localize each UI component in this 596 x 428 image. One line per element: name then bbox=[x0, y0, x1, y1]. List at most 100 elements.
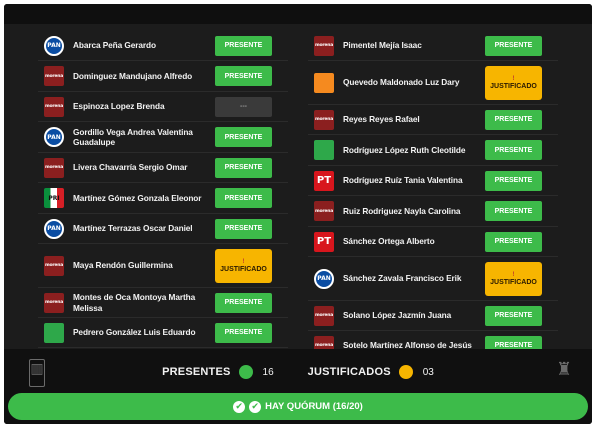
status-label: PRESENTE bbox=[494, 238, 533, 245]
status-badge: PRESENTE bbox=[215, 218, 272, 239]
status-badge: PRESENTE bbox=[215, 127, 272, 147]
member-row: PT Sánchez Ortega Alberto PRESENTE bbox=[308, 227, 558, 257]
status-badge: --- bbox=[215, 96, 272, 117]
status-badge: PRESENTE bbox=[485, 231, 542, 252]
morena-icon: morena bbox=[314, 305, 334, 326]
status-label: PRESENTE bbox=[494, 177, 533, 184]
member-name: Martínez Gómez Gonzala Eleonor bbox=[73, 192, 202, 203]
right-column: morena Pimentel Mejía Isaac PRESENTE Queved… bbox=[308, 31, 558, 361]
left-column: PAN Abarca Peña Gerardo PRESENTE morena Domi… bbox=[38, 31, 288, 348]
member-name: Rodríguez Ruíz Tania Valentina bbox=[343, 175, 463, 186]
member-row: PAN Martínez Terrazas Oscar Daniel PRESENT… bbox=[38, 214, 288, 244]
member-row: morena Solano López Jazmín Juana PRESENTE bbox=[308, 301, 558, 331]
member-row: PT Rodríguez Ruíz Tania Valentina PRESENTE bbox=[308, 166, 558, 196]
member-row: Quevedo Maldonado Luz Dary! JUSTIFICADO bbox=[308, 61, 558, 105]
status-badge: PRESENTE bbox=[215, 157, 272, 178]
member-row: morena Montes de Oca Montoya Martha Melis… bbox=[38, 288, 288, 318]
member-row: PAN Gordillo Vega Andrea Valentina Guadal… bbox=[38, 122, 288, 153]
presentes-count: 16 bbox=[262, 366, 274, 378]
status-label: PRESENTE bbox=[224, 72, 263, 80]
morena-icon: morena bbox=[44, 66, 64, 86]
member-row: morena Maya Rendón Guillermina ! JUSTIFICAD… bbox=[38, 244, 288, 288]
status-label: PRESENTE bbox=[224, 225, 263, 232]
status-badge: ! JUSTIFICADO bbox=[485, 65, 542, 100]
morena-icon: morena bbox=[314, 35, 334, 56]
morena-icon: morena bbox=[44, 255, 64, 276]
morena-icon: morena bbox=[44, 157, 64, 178]
status-label: PRESENTE bbox=[494, 312, 533, 319]
status-badge: PRESENTE bbox=[215, 292, 272, 313]
pri-icon: PRI bbox=[44, 188, 64, 208]
justificados-summary: JUSTIFICADOS 03 bbox=[308, 365, 434, 379]
status-badge: PRESENTE bbox=[215, 188, 272, 208]
attendance-summary: PRESENTES 16 JUSTIFICADOS 03 bbox=[4, 365, 592, 379]
member-name: Maya Rendón Guillermina bbox=[73, 260, 173, 271]
exclamation-icon: ! bbox=[512, 271, 515, 278]
status-label: PRESENTE bbox=[224, 299, 263, 306]
status-badge: PRESENTE bbox=[485, 201, 542, 221]
check-circle-icon: ✔ bbox=[249, 400, 262, 413]
member-name: Sánchez Zavala Francisco Erik bbox=[343, 273, 462, 284]
justificados-count: 03 bbox=[422, 366, 434, 378]
pvem-icon bbox=[44, 322, 64, 343]
morena-icon: morena bbox=[44, 96, 64, 117]
member-name: Gordillo Vega Andrea Valentina Guadalupe bbox=[73, 126, 193, 148]
justificado-dot-icon bbox=[398, 365, 413, 379]
status-badge: ! JUSTIFICADO bbox=[485, 261, 542, 296]
status-label: PRESENTE bbox=[494, 116, 533, 123]
status-badge: ! JUSTIFICADO bbox=[215, 248, 272, 283]
status-label: --- bbox=[240, 103, 247, 110]
member-row: morena Ruiz Rodriguez Nayla Carolina PRESE… bbox=[308, 196, 558, 227]
status-badge: PRESENTE bbox=[485, 140, 542, 160]
exclamation-icon: ! bbox=[512, 75, 515, 82]
member-row: morena Dominguez Mandujano Alfredo PRESENT… bbox=[38, 61, 288, 92]
member-name: Pimentel Mejía Isaac bbox=[343, 40, 422, 51]
morena-icon: morena bbox=[314, 201, 334, 221]
status-badge: PRESENTE bbox=[215, 66, 272, 86]
member-row: Rodríguez López Ruth Cleotilde PRESENTE bbox=[308, 135, 558, 166]
status-badge: PRESENTE bbox=[485, 305, 542, 326]
status-label: PRESENTE bbox=[224, 133, 263, 141]
member-name: Livera Chavarría Sergio Omar bbox=[73, 162, 188, 173]
pan-icon: PAN bbox=[44, 218, 64, 239]
quorum-text: HAY QUÓRUM (16/20) bbox=[265, 401, 363, 412]
status-badge: PRESENTE bbox=[485, 109, 542, 130]
morena-icon: morena bbox=[44, 292, 64, 313]
pan-icon: PAN bbox=[314, 268, 334, 289]
member-row: morena Espinoza Lopez Brenda --- bbox=[38, 92, 288, 122]
status-label: PRESENTE bbox=[494, 207, 533, 215]
member-name: Sánchez Ortega Alberto bbox=[343, 236, 435, 247]
pt-icon: PT bbox=[314, 170, 334, 191]
mc-icon bbox=[314, 72, 334, 93]
member-name: Ruiz Rodriguez Nayla Carolina bbox=[343, 205, 461, 216]
pan-icon: PAN bbox=[44, 127, 64, 147]
member-row: PRI Martínez Gómez Gonzala Eleonor PRESENT… bbox=[38, 183, 288, 214]
member-name: Quevedo Maldonado Luz Dary bbox=[343, 77, 460, 88]
status-label: PRESENTE bbox=[224, 42, 263, 49]
member-row: morena Livera Chavarría Sergio Omar PRESEN… bbox=[38, 153, 288, 183]
quorum-banner: ✔ ✔ HAY QUÓRUM (16/20) bbox=[8, 393, 588, 420]
status-label: JUSTIFICADO bbox=[490, 82, 537, 90]
member-row: PAN Sánchez Zavala Francisco Erik! JUSTIFI… bbox=[308, 257, 558, 301]
status-badge: PRESENTE bbox=[485, 35, 542, 56]
exclamation-icon: ! bbox=[242, 258, 245, 265]
status-badge: PRESENTE bbox=[485, 170, 542, 191]
status-label: PRESENTE bbox=[224, 164, 263, 171]
member-row: morena Reyes Reyes Rafael PRESENTE bbox=[308, 105, 558, 135]
status-label: PRESENTE bbox=[224, 194, 263, 202]
member-row: PAN Abarca Peña Gerardo PRESENTE bbox=[38, 31, 288, 61]
status-label: JUSTIFICADO bbox=[490, 278, 537, 286]
status-label: PRESENTE bbox=[494, 146, 533, 154]
top-bar bbox=[4, 4, 592, 24]
status-badge: PRESENTE bbox=[215, 35, 272, 56]
footer: ▥ ♜ PRESENTES 16 JUSTIFICADOS 03 ✔ ✔ HAY… bbox=[4, 349, 592, 424]
member-name: Pedrero González Luis Eduardo bbox=[73, 327, 196, 338]
pt-icon: PT bbox=[314, 231, 334, 252]
status-label: PRESENTE bbox=[494, 42, 533, 49]
member-name: Rodríguez López Ruth Cleotilde bbox=[343, 144, 466, 155]
member-name: Reyes Reyes Rafael bbox=[343, 114, 420, 125]
check-circle-icon: ✔ bbox=[233, 400, 246, 413]
member-name: Dominguez Mandujano Alfredo bbox=[73, 70, 193, 81]
member-name: Solano López Jazmín Juana bbox=[343, 310, 452, 321]
member-name: Abarca Peña Gerardo bbox=[73, 40, 156, 51]
